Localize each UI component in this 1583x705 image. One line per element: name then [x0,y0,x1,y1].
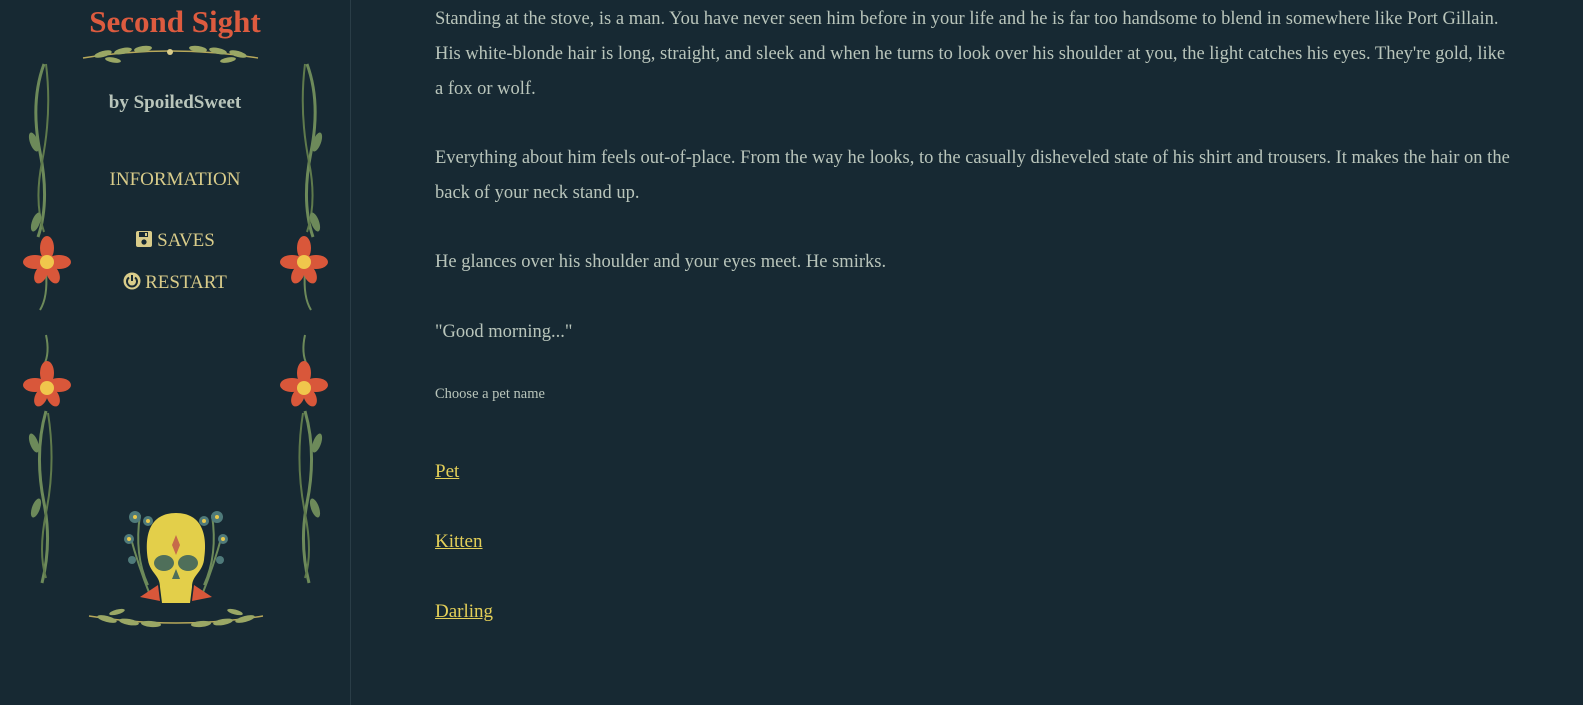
story-paragraph: He glances over his shoulder and your ey… [435,252,887,272]
choice-link-kitten[interactable]: Kitten [435,531,483,553]
vine-ornament-right-lower [280,334,328,584]
power-icon [123,272,141,290]
choice-link-pet[interactable]: Pet [435,461,459,483]
vine-ornament-left-lower [23,334,71,584]
vine-ornament-right-upper [280,63,328,311]
laurel-ornament-bottom [88,608,264,628]
laurel-ornament-top [82,45,259,63]
sidebar: Second Sight by SpoiledSweet INFORMATION… [0,0,351,705]
saves-label: SAVES [157,230,215,251]
story-paragraph: Everything about him feels out-of-place.… [435,148,1510,203]
choice-prompt: Choose a pet name [435,386,545,402]
skull-flowers-emblem [124,511,228,603]
vine-ornament-left-upper [23,63,71,311]
story-title[interactable]: Second Sight [0,4,350,40]
restart-label: RESTART [145,272,227,293]
choice-link-darling[interactable]: Darling [435,601,493,623]
story-paragraph: "Good morning..." [435,322,573,342]
story-paragraph: Standing at the stove, is a man. You hav… [435,9,1506,99]
floppy-disk-icon [136,231,153,247]
